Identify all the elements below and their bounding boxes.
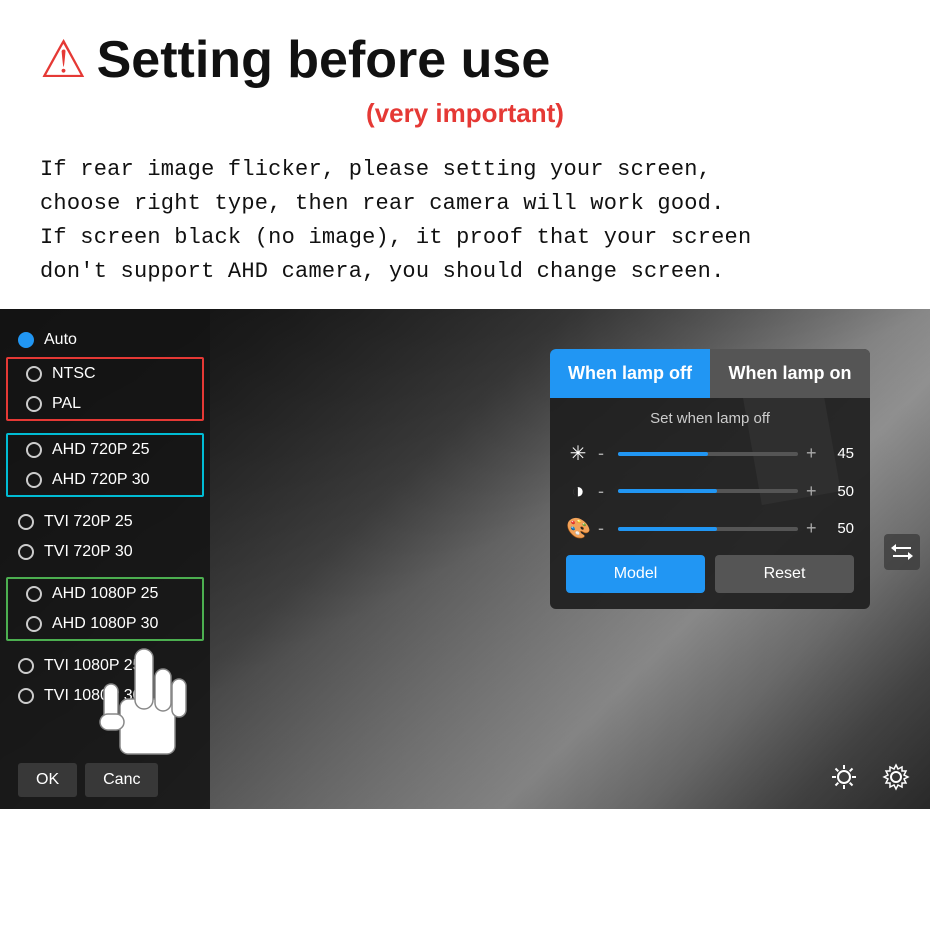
panel-subtitle: Set when lamp off	[566, 410, 854, 427]
radio-circle-tvi720p30	[18, 544, 34, 560]
bottom-right-icons	[826, 759, 914, 795]
contrast-plus[interactable]: +	[806, 481, 818, 502]
radio-label-ahd1080p25: AHD 1080P 25	[52, 585, 158, 603]
radio-circle-tvi1080p30	[18, 688, 34, 704]
radio-label-ntsc: NTSC	[52, 365, 96, 383]
model-button[interactable]: Model	[566, 555, 705, 593]
tab-row: When lamp off When lamp on	[550, 349, 870, 398]
contrast-value: 50	[826, 483, 854, 500]
radio-circle-auto	[18, 332, 34, 348]
saturation-value: 50	[826, 520, 854, 537]
ok-button[interactable]: OK	[18, 763, 77, 797]
radio-item-ahd720p25[interactable]: AHD 720P 25	[8, 435, 202, 465]
brightness-track[interactable]	[618, 452, 798, 456]
brightness-slider-row: ✳ - + 45	[566, 441, 854, 466]
arrows-icon	[891, 543, 913, 561]
contrast-minus[interactable]: -	[598, 481, 610, 502]
contrast-fill	[618, 489, 717, 493]
action-row: Model Reset	[566, 555, 854, 593]
radio-item-auto[interactable]: Auto	[0, 325, 210, 355]
contrast-track[interactable]	[618, 489, 798, 493]
contrast-icon: ◑	[566, 478, 590, 504]
radio-label-auto: Auto	[44, 331, 77, 349]
hand-cursor	[90, 629, 200, 779]
brightness-value: 45	[826, 445, 854, 462]
page-title: Setting before use	[97, 30, 551, 90]
saturation-icon: 🎨	[566, 516, 590, 541]
radio-item-pal[interactable]: PAL	[8, 389, 202, 419]
brightness-icon: ✳	[566, 441, 590, 466]
radio-item-tvi720p30[interactable]: TVI 720P 30	[0, 537, 210, 567]
radio-item-ahd720p30[interactable]: AHD 720P 30	[8, 465, 202, 495]
page-subtitle: (very important)	[40, 98, 890, 129]
saturation-fill	[618, 527, 717, 531]
contrast-slider-row: ◑ - + 50	[566, 478, 854, 504]
top-section: ⚠ Setting before use (very important) If…	[0, 0, 930, 309]
radio-label-tvi720p25: TVI 720P 25	[44, 513, 133, 531]
radio-item-ntsc[interactable]: NTSC	[8, 359, 202, 389]
radio-circle-ahd1080p25	[26, 586, 42, 602]
radio-circle-tvi1080p25	[18, 658, 34, 674]
saturation-slider-row: 🎨 - + 50	[566, 516, 854, 541]
brightness-plus[interactable]: +	[806, 443, 818, 464]
saturation-minus[interactable]: -	[598, 518, 610, 539]
tab-lamp-on[interactable]: When lamp on	[710, 349, 870, 398]
radio-label-pal: PAL	[52, 395, 81, 413]
radio-circle-ahd1080p30	[26, 616, 42, 632]
radio-label-ahd720p30: AHD 720P 30	[52, 471, 150, 489]
warning-icon: ⚠	[40, 34, 87, 86]
cyan-highlight-group: AHD 720P 25 AHD 720P 30	[6, 433, 204, 497]
settings-bottom-icon[interactable]	[878, 759, 914, 795]
radio-circle-ahd720p25	[26, 442, 42, 458]
radio-circle-ntsc	[26, 366, 42, 382]
red-highlight-group: NTSC PAL	[6, 357, 204, 421]
brightness-bottom-icon[interactable]	[826, 759, 862, 795]
title-row: ⚠ Setting before use	[40, 30, 890, 90]
radio-label-tvi720p30: TVI 720P 30	[44, 543, 133, 561]
brightness-fill	[618, 452, 708, 456]
saturation-plus[interactable]: +	[806, 518, 818, 539]
brightness-minus[interactable]: -	[598, 443, 610, 464]
radio-item-tvi720p25[interactable]: TVI 720P 25	[0, 507, 210, 537]
navigation-icon[interactable]	[884, 534, 920, 570]
radio-circle-tvi720p25	[18, 514, 34, 530]
radio-circle-ahd720p30	[26, 472, 42, 488]
panel-content: Set when lamp off ✳ - + 45 ◑ - + 50	[550, 398, 870, 609]
description-text: If rear image flicker, please setting yo…	[40, 153, 890, 289]
radio-circle-pal	[26, 396, 42, 412]
reset-button[interactable]: Reset	[715, 555, 854, 593]
saturation-track[interactable]	[618, 527, 798, 531]
radio-label-ahd720p25: AHD 720P 25	[52, 441, 150, 459]
radio-item-ahd1080p25[interactable]: AHD 1080P 25	[8, 579, 202, 609]
screenshot-area: Auto NTSC PAL AHD 720P 25 AHD 720P 30	[0, 309, 930, 809]
tab-lamp-off[interactable]: When lamp off	[550, 349, 710, 398]
camera-settings-panel: When lamp off When lamp on Set when lamp…	[550, 349, 870, 609]
